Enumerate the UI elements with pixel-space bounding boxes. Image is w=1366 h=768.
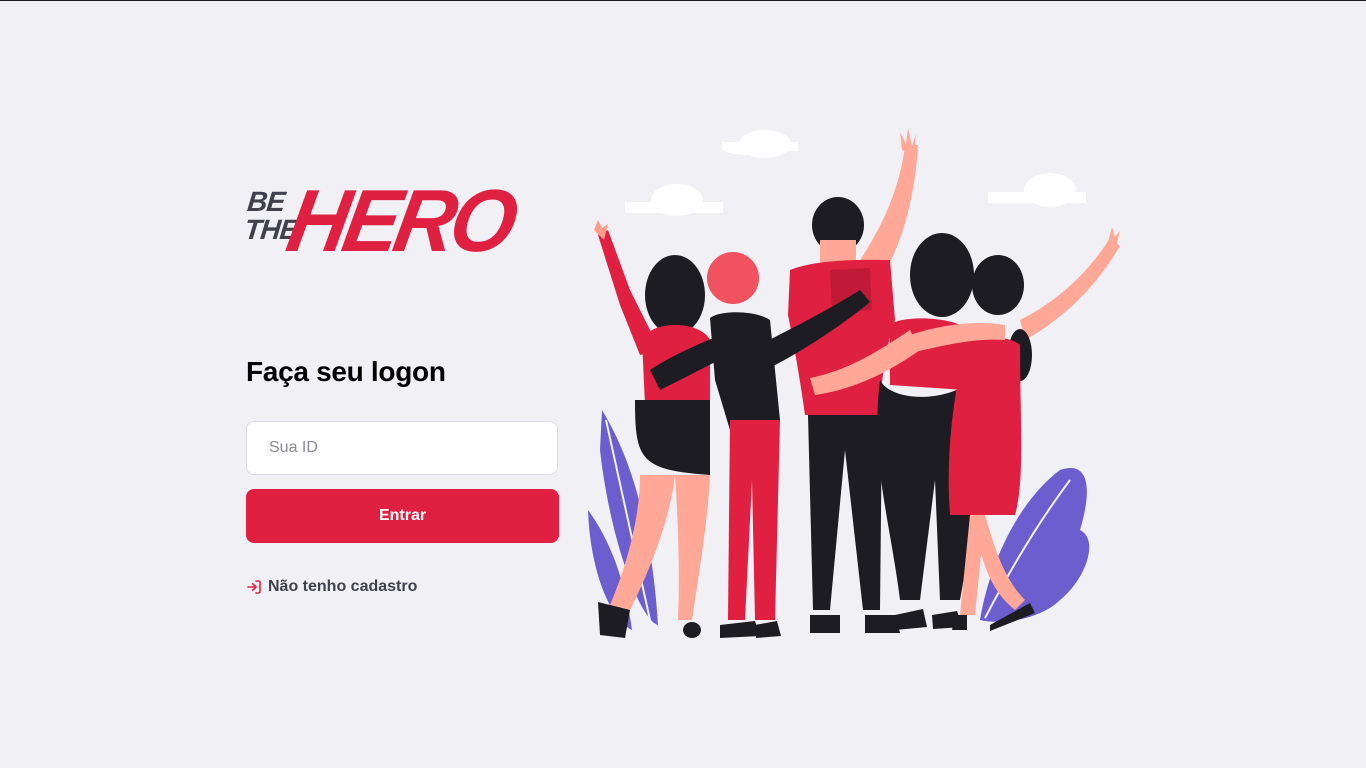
register-link[interactable]: Não tenho cadastro [246,578,417,596]
be-the-hero-logo: BE THE HERO [243,170,521,270]
window-top-border [0,0,1366,1]
cloud-icon [988,173,1086,207]
cloud-icon [625,184,723,216]
log-in-icon [246,579,262,595]
login-button[interactable]: Entrar [246,489,559,543]
register-link-label: Não tenho cadastro [268,578,418,595]
page-title: Faça seu logon [246,356,446,387]
cloud-icon [722,130,798,158]
logo-hero-text: HERO [280,171,521,270]
heroes-group-illustration [588,128,1120,638]
id-input[interactable] [246,421,558,475]
